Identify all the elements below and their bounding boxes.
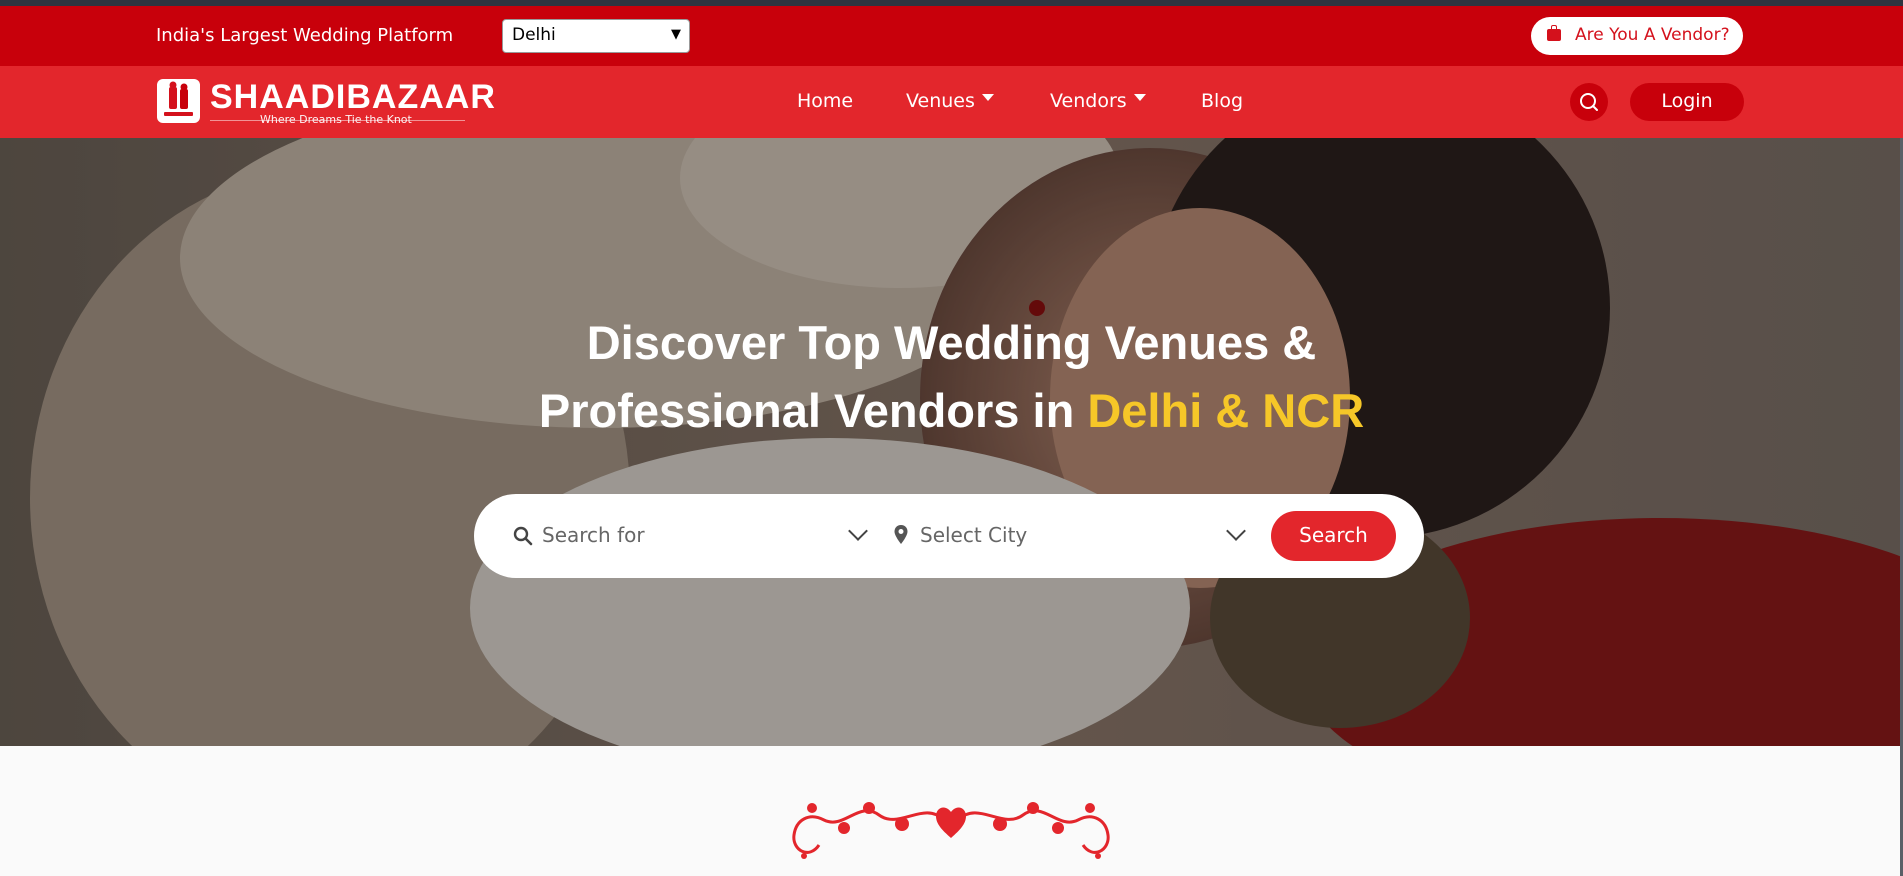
nav-blog-label: Blog — [1201, 90, 1243, 112]
hero-section: Discover Top Wedding Venues & Profession… — [0, 138, 1903, 746]
platform-tagline: India's Largest Wedding Platform — [156, 25, 454, 46]
nav-vendors[interactable]: Vendors — [1050, 90, 1146, 112]
map-pin-icon — [894, 525, 908, 544]
city-select[interactable]: Delhi ▼ — [502, 19, 690, 53]
hero-search-button-label: Search — [1299, 523, 1368, 547]
main-navbar: SHAADIBAZAAR Where Dreams Tie the Knot H… — [0, 66, 1903, 138]
vendor-button-label: Are You A Vendor? — [1575, 25, 1730, 45]
logo-text[interactable]: SHAADIBAZAAR — [210, 78, 496, 117]
briefcase-icon — [1547, 25, 1561, 41]
search-for-placeholder: Search for — [542, 523, 645, 547]
nav-venues-label: Venues — [906, 90, 975, 112]
search-icon — [1580, 93, 1598, 111]
search-icon — [513, 526, 533, 546]
nav-venues[interactable]: Venues — [906, 90, 994, 112]
select-city-placeholder: Select City — [920, 523, 1028, 547]
logo-tagline: Where Dreams Tie the Knot — [260, 113, 412, 126]
city-select-value: Delhi — [512, 25, 556, 45]
nav-vendors-label: Vendors — [1050, 90, 1127, 112]
heart-ornament-icon — [792, 802, 1110, 859]
select-city-input[interactable]: Select City — [920, 523, 1220, 547]
vendor-button[interactable]: Are You A Vendor? — [1531, 17, 1743, 55]
nav-blog[interactable]: Blog — [1201, 90, 1243, 112]
nav-home[interactable]: Home — [797, 90, 853, 112]
top-bar: India's Largest Wedding Platform Delhi ▼… — [0, 6, 1903, 66]
hero-heading-highlight: Delhi & NCR — [1087, 384, 1365, 437]
hero-heading-line2: Professional Vendors in — [538, 384, 1075, 437]
login-button-label: Login — [1661, 90, 1713, 112]
logo-icon[interactable] — [157, 79, 200, 123]
nav-home-label: Home — [797, 90, 854, 112]
search-for-input[interactable]: Search for — [542, 523, 872, 547]
chevron-down-icon: ▼ — [671, 27, 681, 42]
hero-heading-line1: Discover Top Wedding Venues & — [586, 316, 1317, 369]
login-button[interactable]: Login — [1630, 83, 1744, 121]
search-button[interactable] — [1570, 83, 1608, 121]
chevron-down-icon[interactable] — [1226, 521, 1246, 541]
hero-heading: Discover Top Wedding Venues & Profession… — [0, 309, 1903, 445]
hero-search-button[interactable]: Search — [1271, 511, 1396, 561]
caret-down-icon — [981, 94, 994, 101]
caret-down-icon — [1133, 94, 1146, 101]
hero-search-bar: Search for Select City Search — [474, 494, 1424, 578]
